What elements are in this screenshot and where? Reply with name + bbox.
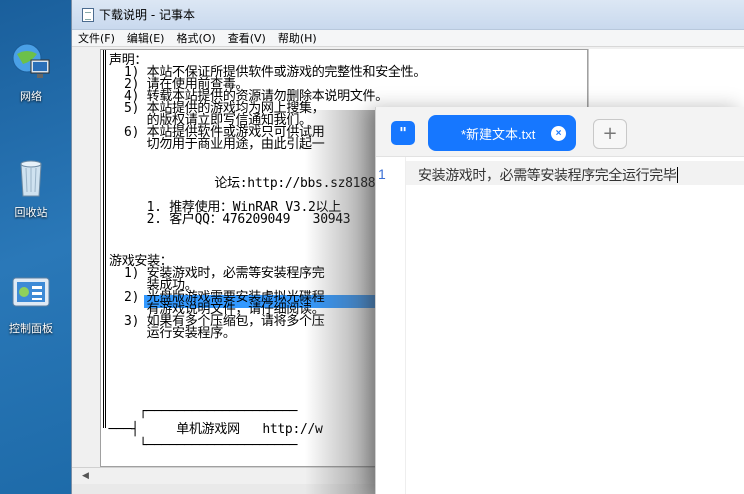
- desktop-icon-label: 网络: [20, 90, 42, 103]
- text-editor-window: " *新建文本.txt × + 1 安装游戏时，必需等安装程序完全运行完毕: [375, 107, 744, 494]
- add-tab-button[interactable]: +: [593, 119, 627, 149]
- text-line: ───┤ 单机游戏网 http://w: [101, 422, 323, 437]
- text-line: 切勿用于商业用途，由此引起一: [109, 137, 325, 152]
- menu-file[interactable]: 文件(F): [78, 30, 115, 46]
- tab-new-text-file[interactable]: *新建文本.txt ×: [428, 115, 576, 151]
- tab-label: *新建文本.txt: [461, 126, 536, 142]
- editor-content[interactable]: 1 安装游戏时，必需等安装程序完全运行完毕: [376, 157, 744, 494]
- text-line: 2. 客户QQ：476209049 30943: [109, 212, 351, 227]
- menu-view[interactable]: 查看(V): [228, 30, 266, 46]
- menu-help[interactable]: 帮助(H): [278, 30, 317, 46]
- recycle-bin-icon: [9, 156, 53, 200]
- notepad-title-bar[interactable]: 下载说明 - 记事本: [72, 0, 744, 30]
- notepad-menu-bar: 文件(F) 编辑(E) 格式(O) 查看(V) 帮助(H): [72, 30, 744, 47]
- text-line: ┌────────────────────: [109, 404, 298, 419]
- text-line: 运行安装程序。: [109, 326, 236, 341]
- desktop-icon-label: 回收站: [14, 206, 48, 219]
- desktop-icon-network[interactable]: 网络: [0, 40, 62, 104]
- text-line: └────────────────────: [109, 438, 298, 453]
- notepad-title: 下载说明 - 记事本: [99, 8, 195, 22]
- text-caret: [677, 167, 679, 183]
- scroll-left-arrow-icon[interactable]: ◀: [82, 471, 89, 481]
- line-number-gutter: 1: [376, 157, 406, 494]
- editor-line-text[interactable]: 安装游戏时，必需等安装程序完全运行完毕: [418, 165, 679, 185]
- notepad-doc-icon: [82, 7, 94, 22]
- close-icon[interactable]: ×: [551, 126, 566, 141]
- desktop-icon-label: 控制面板: [9, 322, 53, 335]
- editor-tab-bar: " *新建文本.txt × +: [376, 107, 744, 157]
- network-icon: [9, 40, 53, 84]
- text-frame-border: [103, 50, 106, 428]
- control-panel-icon: [9, 272, 53, 316]
- desktop-icon-recycle-bin[interactable]: 回收站: [0, 156, 62, 220]
- desktop-icon-control-panel[interactable]: 控制面板: [0, 272, 62, 336]
- line-number: 1: [378, 166, 386, 182]
- menu-format[interactable]: 格式(O): [176, 30, 215, 46]
- app-logo-icon: ": [391, 121, 415, 145]
- menu-edit[interactable]: 编辑(E): [127, 30, 165, 46]
- text-line: 论坛:http://bbs.sz8188: [109, 176, 376, 191]
